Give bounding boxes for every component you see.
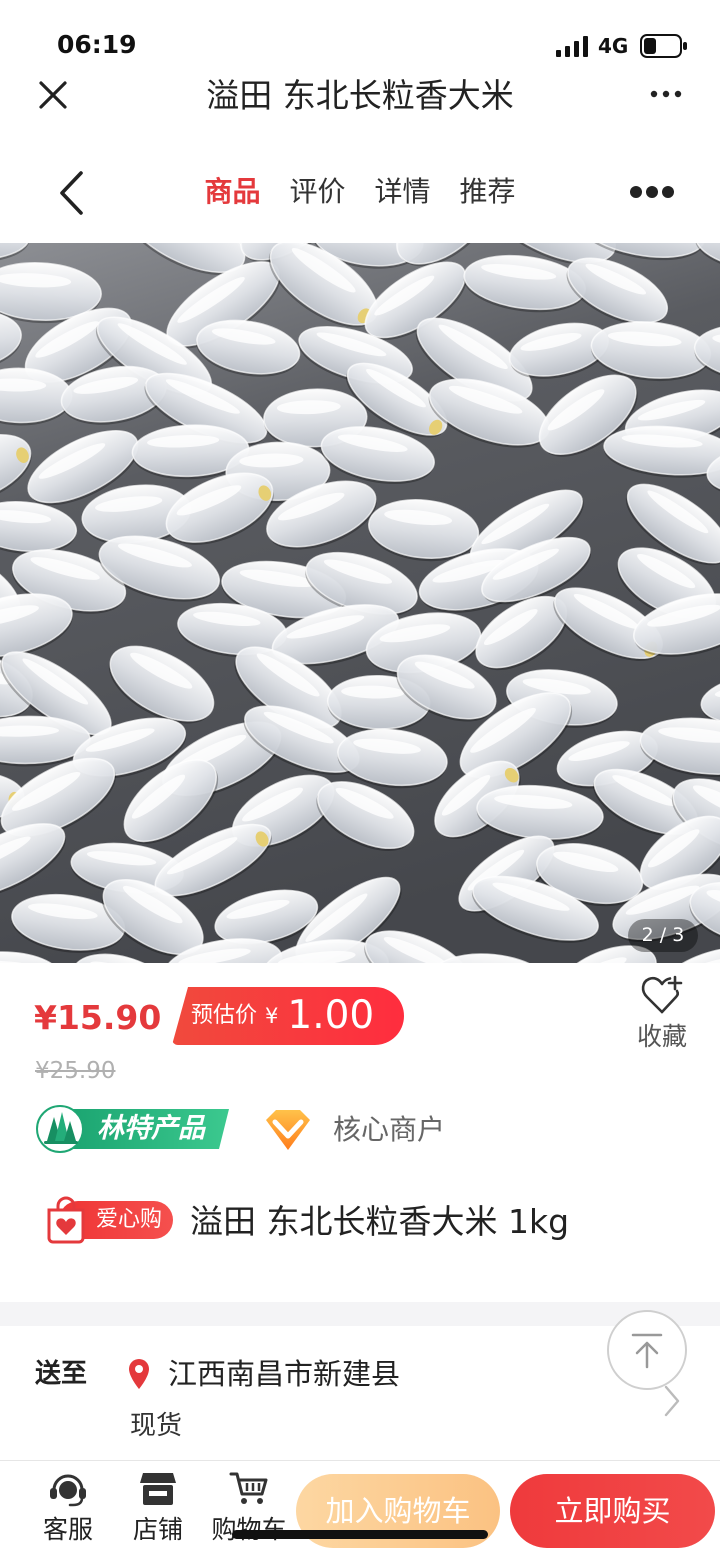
pin-shape bbox=[129, 1359, 149, 1389]
tab-details[interactable]: 详情 bbox=[360, 170, 445, 214]
signal-bar bbox=[556, 50, 561, 57]
chevron-stroke bbox=[664, 1385, 680, 1417]
headset-icon bbox=[50, 1474, 86, 1507]
pin-hole bbox=[135, 1365, 143, 1373]
tab-recommend[interactable]: 推荐 bbox=[445, 170, 530, 214]
product-detail-screen: 06:19 4G 溢田 东北长粒香大米 商品 评价 详情 推荐 2 / 3 ¥1… bbox=[0, 0, 720, 1559]
battery-level bbox=[644, 38, 656, 54]
chevron-left-icon[interactable] bbox=[55, 169, 87, 217]
signal-icon bbox=[556, 36, 588, 57]
heart-bag-icon bbox=[47, 1196, 85, 1244]
tab-goods[interactable]: 商品 bbox=[190, 170, 275, 214]
estimated-price-value: 1.00 bbox=[287, 993, 375, 1038]
signal-bar bbox=[574, 41, 579, 57]
battery-icon bbox=[640, 34, 687, 58]
product-name: 溢田 东北长粒香大米 1kg bbox=[190, 1202, 570, 1241]
merchant-badge-label: 核心商户 bbox=[333, 1113, 446, 1146]
store-label: 店铺 bbox=[132, 1515, 183, 1544]
more-dot bbox=[646, 186, 658, 198]
bag-handle bbox=[56, 1196, 76, 1212]
favorite-label: 收藏 bbox=[636, 1022, 687, 1051]
charity-tag: 爱心购 bbox=[45, 1195, 173, 1245]
ground-line bbox=[44, 1141, 78, 1144]
original-price: ¥25.90 bbox=[35, 1058, 116, 1084]
status-time: 06:19 bbox=[57, 30, 137, 59]
customer-service-button[interactable]: 客服 bbox=[28, 1468, 108, 1548]
heart-plus-icon bbox=[641, 975, 683, 1014]
signal-bar bbox=[583, 36, 588, 57]
buy-now-button[interactable]: 立即购买 bbox=[510, 1474, 715, 1548]
cart-basket bbox=[229, 1472, 268, 1496]
estimated-price-label: 预估价 bbox=[191, 1003, 258, 1028]
product-image-gallery[interactable] bbox=[0, 243, 720, 963]
store-button[interactable]: 店铺 bbox=[118, 1468, 198, 1548]
product-photo bbox=[0, 243, 720, 963]
nav-tabs: 商品 评价 详情 推荐 bbox=[190, 170, 530, 214]
back-to-top-icon bbox=[631, 1333, 663, 1369]
customer-service-label: 客服 bbox=[42, 1515, 93, 1544]
store-awning bbox=[140, 1473, 176, 1483]
store-icon bbox=[140, 1473, 176, 1505]
forest-product-badge: 林特产品 bbox=[35, 1104, 229, 1154]
face bbox=[59, 1481, 77, 1499]
forest-badge-label: 林特产品 bbox=[97, 1113, 205, 1144]
favorite-button[interactable]: 收藏 bbox=[622, 972, 702, 1054]
more-icon[interactable] bbox=[649, 89, 683, 99]
earpiece bbox=[50, 1488, 57, 1499]
estimated-price-ribbon: 预估价 ¥ 1.00 bbox=[172, 987, 404, 1045]
back-stroke bbox=[60, 171, 83, 215]
store-window bbox=[149, 1491, 167, 1496]
network-type: 4G bbox=[598, 34, 629, 58]
estimated-price-currency: ¥ bbox=[265, 1004, 279, 1028]
home-indicator bbox=[232, 1530, 488, 1539]
more-dot bbox=[650, 90, 658, 98]
image-counter: 2 / 3 bbox=[628, 919, 698, 952]
microphone bbox=[68, 1496, 84, 1507]
more-dot bbox=[662, 186, 674, 198]
back-to-top-button[interactable] bbox=[607, 1310, 687, 1390]
cart-icon bbox=[229, 1472, 268, 1504]
tab-reviews[interactable]: 评价 bbox=[275, 170, 360, 214]
heart-outline bbox=[660, 989, 680, 1014]
more-dots-icon[interactable] bbox=[628, 183, 676, 201]
current-price: ¥15.90 bbox=[34, 998, 162, 1037]
charity-tag-label: 爱心购 bbox=[95, 1207, 162, 1232]
page-title: 溢田 东北长粒香大米 bbox=[206, 76, 514, 115]
more-dot bbox=[630, 186, 642, 198]
delivery-label: 送至 bbox=[35, 1359, 88, 1389]
location-pin-icon bbox=[129, 1359, 149, 1389]
diamond-icon bbox=[266, 1110, 310, 1150]
signal-bar bbox=[565, 46, 570, 57]
cart-wheel bbox=[241, 1498, 247, 1504]
diamond-shape bbox=[266, 1110, 310, 1150]
delivery-address: 江西南昌市新建县 bbox=[168, 1357, 401, 1391]
cart-wheel bbox=[257, 1498, 263, 1504]
more-dot bbox=[674, 90, 682, 98]
cart-slats bbox=[245, 1483, 261, 1491]
battery-cap bbox=[683, 42, 687, 50]
more-dot bbox=[662, 90, 670, 98]
stock-status: 现货 bbox=[130, 1411, 183, 1441]
